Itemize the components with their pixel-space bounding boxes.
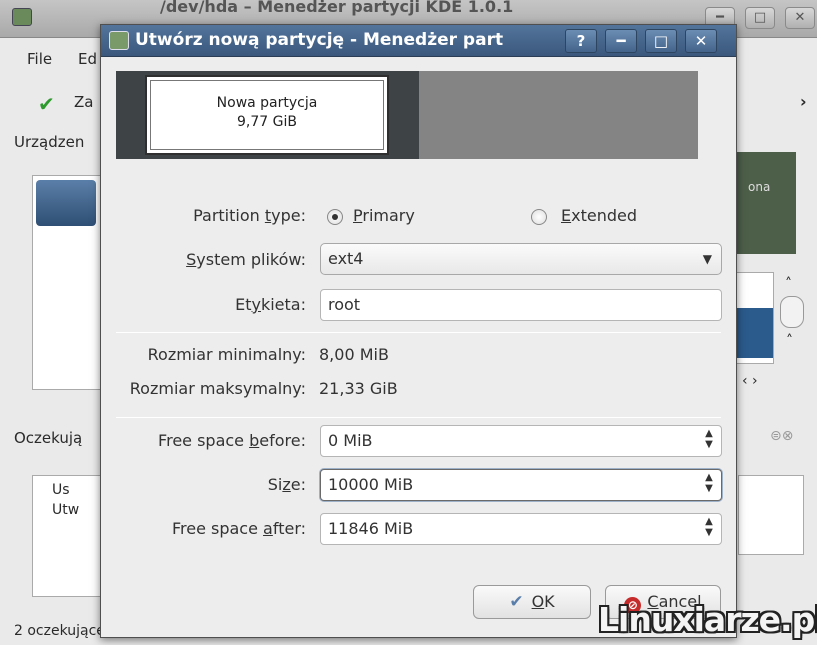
- free-before-label: Free space before:: [158, 431, 306, 450]
- scroll-up-icon[interactable]: ˄: [785, 276, 792, 292]
- pending-list-right: [738, 475, 804, 555]
- watermark-logo: Linuxiarze.pl: [598, 600, 817, 639]
- pending-panel-title: Oczekują: [14, 429, 83, 447]
- free-after-spinbox[interactable]: 11846 MiB ▲ ▼: [320, 513, 722, 545]
- free-before-spinbox[interactable]: 0 MiB ▲ ▼: [320, 425, 722, 457]
- filesystem-combo[interactable]: ext4 ▼: [320, 243, 722, 275]
- toolbar-more-icon[interactable]: ›: [800, 92, 807, 111]
- free-after-value: 11846 MiB: [328, 519, 414, 538]
- help-button[interactable]: ?: [565, 29, 597, 53]
- devices-panel-title: Urządzen: [14, 133, 85, 151]
- dialog-app-icon: [109, 31, 129, 50]
- label-input[interactable]: root: [320, 289, 722, 321]
- filesystem-value: ext4: [328, 249, 364, 268]
- max-size-label: Rozmiar maksymalny:: [129, 379, 306, 398]
- ok-button[interactable]: ✔ OK: [473, 585, 591, 619]
- max-size-value: 21,33 GiB: [319, 379, 398, 398]
- dialog-title: Utwórz nową partycję - Menedżer part: [135, 30, 504, 50]
- extended-radio[interactable]: [531, 209, 547, 225]
- menu-file[interactable]: File: [27, 50, 52, 68]
- main-window-title: /dev/hda – Menedżer partycji KDE 1.0.1: [160, 0, 514, 16]
- check-icon: ✔: [509, 592, 524, 612]
- size-spinbox[interactable]: 10000 MiB ▲ ▼: [320, 469, 722, 501]
- toolbar-apply-label[interactable]: Za: [74, 93, 93, 111]
- separator-2: [116, 417, 721, 418]
- main-close-button[interactable]: ✕: [785, 7, 815, 29]
- scroll-horizontal-icon[interactable]: ‹ ›: [742, 373, 758, 389]
- main-maximize-button[interactable]: □: [745, 7, 775, 29]
- chevron-down-icon: ▼: [702, 252, 712, 266]
- min-size-value: 8,00 MiB: [319, 345, 389, 364]
- updown-icon[interactable]: ▲ ▼: [703, 428, 715, 454]
- partition-block-label: ona: [748, 180, 771, 194]
- partition-list-selection[interactable]: [737, 308, 773, 358]
- label-field-label: Etykieta:: [235, 295, 306, 314]
- maximize-button[interactable]: □: [645, 29, 677, 53]
- dock-buttons-icon[interactable]: ⊜⊗: [770, 428, 793, 444]
- free-after-label: Free space after:: [171, 519, 306, 538]
- scroll-down-icon[interactable]: ˄: [786, 333, 793, 349]
- free-before-value: 0 MiB: [328, 431, 373, 450]
- primary-radio-label[interactable]: Primary: [353, 206, 415, 225]
- new-partition-name: Nowa partycja: [216, 95, 318, 111]
- close-button[interactable]: ✕: [685, 29, 717, 53]
- app-icon: [12, 8, 32, 26]
- pending-op-delete[interactable]: Us: [52, 482, 70, 498]
- partition-block[interactable]: [736, 152, 796, 254]
- min-size-label: Rozmiar minimalny:: [147, 345, 306, 364]
- menu-edit[interactable]: Ed: [78, 50, 97, 68]
- minimize-button[interactable]: ━: [605, 29, 637, 53]
- filesystem-label: System plików:: [186, 250, 306, 269]
- scrollbar-thumb[interactable]: [780, 296, 804, 328]
- updown-icon[interactable]: ▲ ▼: [703, 516, 715, 542]
- hard-disk-icon[interactable]: [36, 180, 96, 226]
- apply-check-icon[interactable]: ✔: [38, 92, 55, 116]
- updown-icon[interactable]: ▲ ▼: [703, 472, 715, 498]
- extended-radio-label[interactable]: Extended: [561, 206, 637, 225]
- dialog-titlebar[interactable]: Utwórz nową partycję - Menedżer part ? ━…: [101, 25, 736, 57]
- size-value: 10000 MiB: [328, 475, 414, 494]
- size-label: Size:: [267, 475, 306, 494]
- separator-1: [116, 332, 721, 333]
- create-partition-dialog: Utwórz nową partycję - Menedżer part ? ━…: [100, 24, 737, 638]
- pending-op-create[interactable]: Utw: [52, 502, 79, 518]
- primary-radio[interactable]: [327, 209, 343, 225]
- partition-type-label: Partition type:: [193, 206, 306, 225]
- new-partition-size: 9,77 GiB: [237, 114, 297, 130]
